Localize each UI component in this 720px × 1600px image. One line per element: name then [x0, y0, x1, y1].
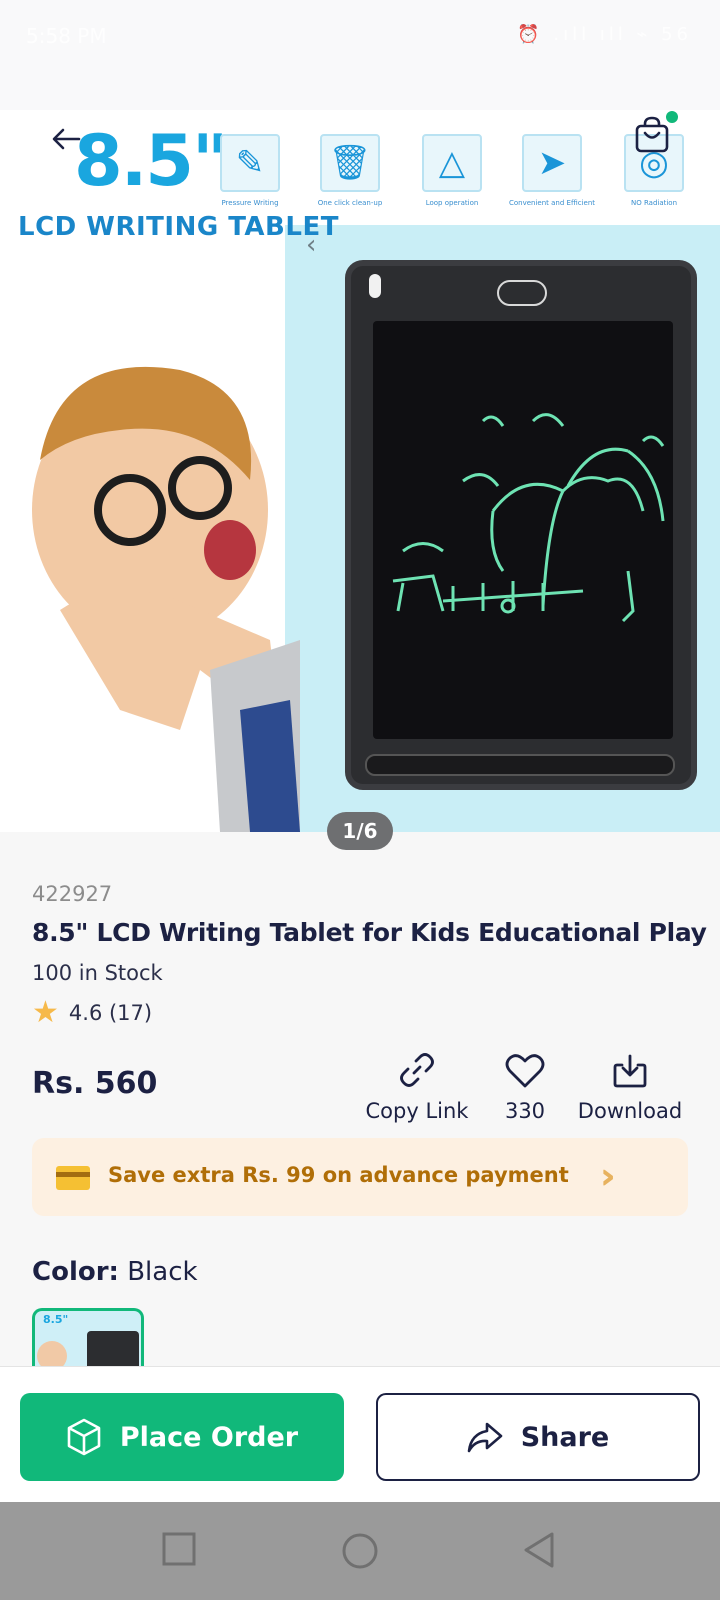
feature-send: ➤ Convenient and Efficient — [509, 134, 595, 207]
recents-nav-icon[interactable] — [162, 1532, 196, 1566]
product-title: 8.5" LCD Writing Tablet for Kids Educati… — [32, 918, 707, 947]
cart-notification-dot — [666, 111, 678, 123]
color-selector-label: Color: Black — [32, 1257, 198, 1287]
link-icon — [400, 1053, 434, 1087]
heart-icon — [505, 1054, 545, 1088]
download-icon — [613, 1054, 647, 1088]
color-label: Color: — [32, 1257, 119, 1287]
home-nav-icon[interactable] — [341, 1532, 379, 1570]
image-title-text: LCD WRITING TABLET — [18, 212, 339, 242]
wishlist-button[interactable]: 330 — [490, 1045, 560, 1123]
product-image-carousel[interactable]: 8.5" LCD WRITING TABLET ✎ Pressure Writi… — [0, 110, 720, 832]
status-icons: ⏰ .ıll ıll ⌁ 56 — [517, 24, 692, 45]
system-navigation-bar — [0, 1502, 720, 1600]
send-icon: ➤ — [522, 134, 582, 192]
download-label: Download — [577, 1099, 683, 1123]
color-swatch-black[interactable]: 8.5" — [32, 1308, 144, 1368]
feature-trash: 🗑 One click clean-up — [318, 134, 382, 207]
feature-recycle: △ Loop operation — [420, 134, 484, 207]
feature-caption: One click clean-up — [317, 199, 383, 207]
chevron-left-icon: ‹ — [306, 230, 317, 260]
status-bar: 5:58 PM ⏰ .ıll ıll ⌁ 56 — [0, 0, 720, 110]
image-title-size: 8.5" — [74, 120, 228, 202]
product-sku: 422927 — [32, 882, 113, 906]
wishlist-count: 330 — [504, 1099, 546, 1123]
stylus-graphic — [365, 754, 675, 776]
place-order-label: Place Order — [119, 1421, 299, 1453]
trash-icon: 🗑 — [320, 134, 380, 192]
credit-card-icon — [56, 1166, 90, 1190]
feature-caption: Convenient and Efficient — [508, 199, 596, 207]
product-rating[interactable]: ★ 4.6 (17) — [32, 998, 152, 1028]
back-button[interactable] — [44, 117, 88, 161]
advance-payment-banner[interactable]: Save extra Rs. 99 on advance payment ›› — [32, 1138, 688, 1216]
status-time: 5:58 PM — [26, 24, 107, 48]
bottom-action-bar: Place Order Share — [0, 1366, 720, 1502]
product-price: Rs. 560 — [32, 1066, 158, 1101]
feature-caption: Loop operation — [425, 199, 479, 207]
star-icon: ★ — [32, 995, 59, 1030]
share-label: Share — [520, 1421, 610, 1453]
tablet-doodle — [392, 413, 665, 623]
place-order-button[interactable]: Place Order — [20, 1393, 344, 1481]
share-arrow-icon — [467, 1422, 503, 1453]
share-button[interactable]: Share — [376, 1393, 700, 1481]
child-illustration — [32, 366, 300, 832]
arrow-left-icon — [52, 128, 81, 150]
color-value: Black — [127, 1257, 198, 1287]
swatch-thumbnail-title: 8.5" — [43, 1313, 69, 1326]
box-icon — [67, 1418, 101, 1456]
rating-value: 4.6 (17) — [68, 1001, 153, 1025]
lcd-tablet-illustration — [345, 260, 697, 790]
shopping-bag-icon — [635, 116, 669, 153]
feature-pencil: ✎ Pressure Writing — [218, 134, 282, 207]
double-chevron-right-icon: ›› — [600, 1156, 613, 1197]
feature-caption: NO Radiation — [630, 199, 678, 207]
image-pager-indicator: 1/6 — [327, 812, 393, 850]
promo-text: Save extra Rs. 99 on advance payment — [108, 1163, 569, 1187]
copy-link-button[interactable]: Copy Link — [360, 1045, 474, 1123]
copy-link-label: Copy Link — [365, 1099, 469, 1123]
stock-status: 100 in Stock — [32, 961, 163, 985]
download-button[interactable]: Download — [572, 1045, 688, 1123]
feature-caption: Pressure Writing — [221, 199, 279, 207]
pencil-icon: ✎ — [220, 134, 280, 192]
erase-button-graphic — [497, 280, 547, 306]
back-nav-icon[interactable] — [522, 1532, 556, 1568]
recycle-icon: △ — [422, 134, 482, 192]
